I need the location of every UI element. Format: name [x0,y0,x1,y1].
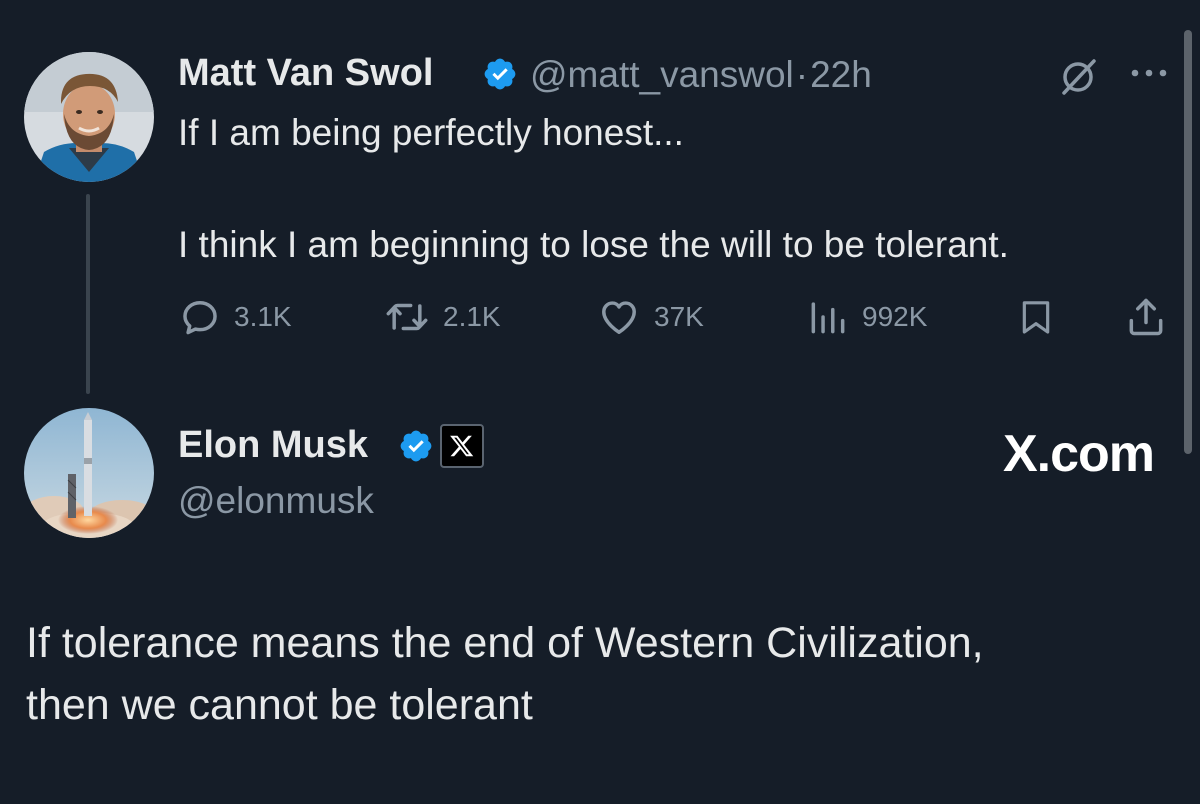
more-dots-icon[interactable] [1130,66,1168,80]
like-button[interactable]: 37K [596,292,704,342]
verified-badge-icon [400,430,432,462]
handle-text: @matt_vanswol [530,54,794,95]
view-count: 992K [862,301,928,332]
reply-icon [183,300,217,335]
like-count: 37K [654,301,704,332]
tweet-screenshot: Matt Van Swol @matt_vanswol·22h If I am … [0,0,1200,804]
post-time[interactable]: 22h [810,54,872,95]
scrollbar-thumb[interactable] [1184,30,1192,454]
bookmark-button[interactable] [1016,292,1068,342]
tweet-text-line2: I think I am beginning to lose the will … [178,224,1009,265]
reply-author-handle[interactable]: @elonmusk [178,480,374,522]
views-button[interactable]: 992K [806,292,927,342]
reply-text-line2: then we cannot be tolerant [26,681,533,729]
reply-button[interactable]: 3.1K [178,292,292,342]
reply-author-name[interactable]: Elon Musk [178,424,368,467]
tweet-text-line1: If I am being perfectly honest... [178,112,684,153]
elon-avatar[interactable] [24,408,154,538]
repost-button[interactable]: 2.1K [383,292,501,342]
repost-icon [386,303,428,331]
x-logo-icon [450,435,474,457]
verified-badge-icon [484,58,516,90]
thread-connector-line [86,194,90,394]
matt-avatar[interactable] [24,52,154,182]
author-name[interactable]: Matt Van Swol [178,52,433,95]
time-separator: · [795,54,809,95]
grok-slash-icon[interactable] [1058,56,1100,98]
tweet-actions-bar: 3.1K 2.1K 37K 992K [178,292,1168,342]
x-com-label: X.com [1002,425,1155,483]
share-icon [1129,298,1163,336]
x-affiliate-badge[interactable] [440,424,484,468]
views-bars-icon [811,302,845,334]
repost-count: 2.1K [443,301,501,332]
reply-count: 3.1K [234,301,292,332]
bookmark-icon [1022,301,1050,334]
reply-text: If tolerance means the end of Western Ci… [26,612,984,736]
share-button[interactable] [1124,292,1180,342]
heart-icon [602,301,636,334]
reply-text-line1: If tolerance means the end of Western Ci… [26,619,984,667]
author-handle[interactable]: @matt_vanswol·22h [530,54,872,96]
